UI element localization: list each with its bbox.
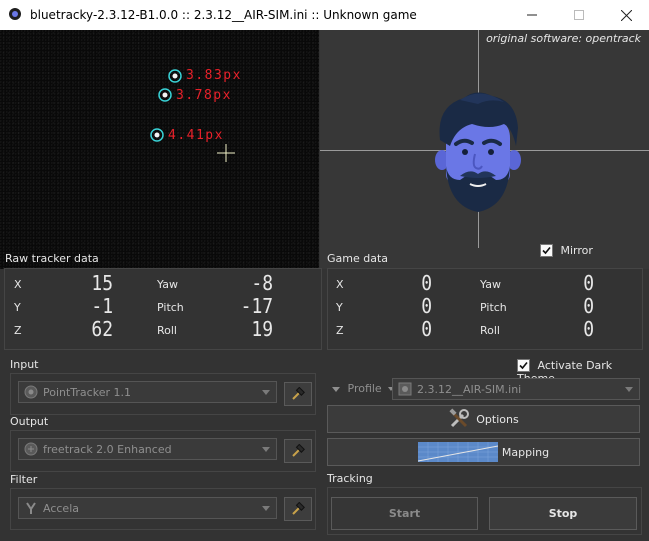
y-label: Y [336, 301, 343, 314]
profile-menu-button[interactable]: Profile [332, 382, 395, 395]
maximize-button[interactable] [556, 0, 602, 30]
profile-value: 2.3.12__AIR-SIM.ini [417, 383, 522, 396]
mirror-checkbox[interactable]: Mirror [540, 243, 593, 257]
options-button[interactable]: Options [327, 405, 640, 433]
input-title: Input [10, 358, 39, 371]
tracking-title: Tracking [327, 472, 373, 485]
yaw-value: 0 [583, 271, 594, 295]
x-label: X [336, 278, 344, 291]
filter-icon [26, 502, 36, 514]
mapping-label: Mapping [501, 445, 550, 459]
window-title: bluetracky-2.3.12-B1.0.0 :: 2.3.12__AIR-… [30, 8, 417, 22]
profile-label: Profile [347, 382, 382, 395]
minimize-button[interactable] [509, 0, 555, 30]
z-value: 62 [91, 317, 113, 341]
pitch-label: Pitch [157, 301, 184, 314]
tracking-point-marker [158, 88, 172, 102]
protocol-icon [24, 442, 38, 456]
credit-text: original software: opentrack [486, 32, 641, 45]
raw-tracker-panel: X Y Z 15 -1 62 Yaw Pitch Roll -8 -17 19 [4, 268, 322, 350]
camera-preview: 3.83px 3.78px 4.41px [0, 30, 319, 269]
hammer-icon [292, 444, 305, 457]
profile-select[interactable]: 2.3.12__AIR-SIM.ini [392, 378, 640, 400]
head-pose-view: original software: opentrack Mirror [320, 30, 649, 269]
mirror-label: Mirror [560, 243, 593, 257]
game-data-panel: X Y Z 0 0 0 Yaw Pitch Roll 0 0 0 [327, 268, 643, 350]
tools-icon [449, 408, 470, 428]
options-label: Options [476, 412, 519, 426]
close-button[interactable] [603, 0, 649, 30]
chevron-down-icon [332, 386, 340, 392]
stop-button[interactable]: Stop [489, 497, 637, 530]
maximize-icon [574, 10, 584, 20]
minimize-icon [527, 14, 537, 16]
chevron-down-icon [625, 387, 633, 392]
point-size-label: 3.83px [186, 68, 242, 83]
roll-value: 19 [251, 317, 273, 341]
check-icon [542, 246, 551, 254]
z-value: 0 [421, 317, 432, 341]
game-data-title: Game data [327, 252, 389, 265]
app-icon [9, 8, 21, 20]
pitch-value: -17 [240, 294, 273, 318]
output-protocol-select[interactable]: freetrack 2.0 Enhanced [18, 438, 277, 460]
output-title: Output [10, 415, 49, 428]
profile-icon [398, 382, 412, 396]
chevron-down-icon [262, 506, 270, 511]
chevron-down-icon [262, 390, 270, 395]
center-crosshair-icon [217, 144, 235, 162]
filter-settings-button[interactable] [284, 497, 312, 521]
close-icon [620, 9, 632, 21]
mapping-curve-icon [417, 442, 498, 462]
x-label: X [14, 278, 22, 291]
start-button[interactable]: Start [331, 497, 478, 530]
y-label: Y [14, 301, 21, 314]
raw-tracker-title: Raw tracker data [5, 252, 99, 265]
roll-label: Roll [480, 324, 500, 337]
check-icon [519, 361, 528, 369]
yaw-label: Yaw [480, 278, 501, 291]
tracker-icon [24, 385, 38, 399]
y-value: 0 [421, 294, 432, 318]
point-size-label: 4.41px [168, 128, 224, 143]
filter-value: Accela [43, 502, 79, 515]
tracking-point-marker [168, 69, 182, 83]
mirror-checkbox-box[interactable] [540, 243, 553, 257]
input-settings-button[interactable] [284, 382, 312, 406]
chevron-down-icon [262, 447, 270, 452]
roll-label: Roll [157, 324, 177, 337]
input-tracker-select[interactable]: PointTracker 1.1 [18, 381, 277, 403]
z-label: Z [336, 324, 344, 337]
output-protocol-value: freetrack 2.0 Enhanced [43, 443, 172, 456]
hammer-icon [292, 387, 305, 400]
filter-title: Filter [10, 473, 38, 486]
title-bar: bluetracky-2.3.12-B1.0.0 :: 2.3.12__AIR-… [0, 0, 649, 30]
x-value: 15 [91, 271, 113, 295]
roll-value: 0 [583, 317, 594, 341]
yaw-label: Yaw [157, 278, 178, 291]
point-size-label: 3.78px [176, 88, 232, 103]
pitch-value: 0 [583, 294, 594, 318]
y-value: -1 [91, 294, 113, 318]
mapping-button[interactable]: Mapping [327, 438, 640, 466]
hammer-icon [292, 502, 305, 515]
tracking-point-marker [150, 128, 164, 142]
z-label: Z [14, 324, 22, 337]
filter-select[interactable]: Accela [18, 497, 277, 519]
dark-theme-checkbox-box[interactable] [517, 358, 530, 372]
pitch-label: Pitch [480, 301, 507, 314]
input-tracker-value: PointTracker 1.1 [43, 386, 131, 399]
head-avatar-icon [435, 92, 521, 212]
yaw-value: -8 [251, 271, 273, 295]
x-value: 0 [421, 271, 432, 295]
output-settings-button[interactable] [284, 439, 312, 463]
